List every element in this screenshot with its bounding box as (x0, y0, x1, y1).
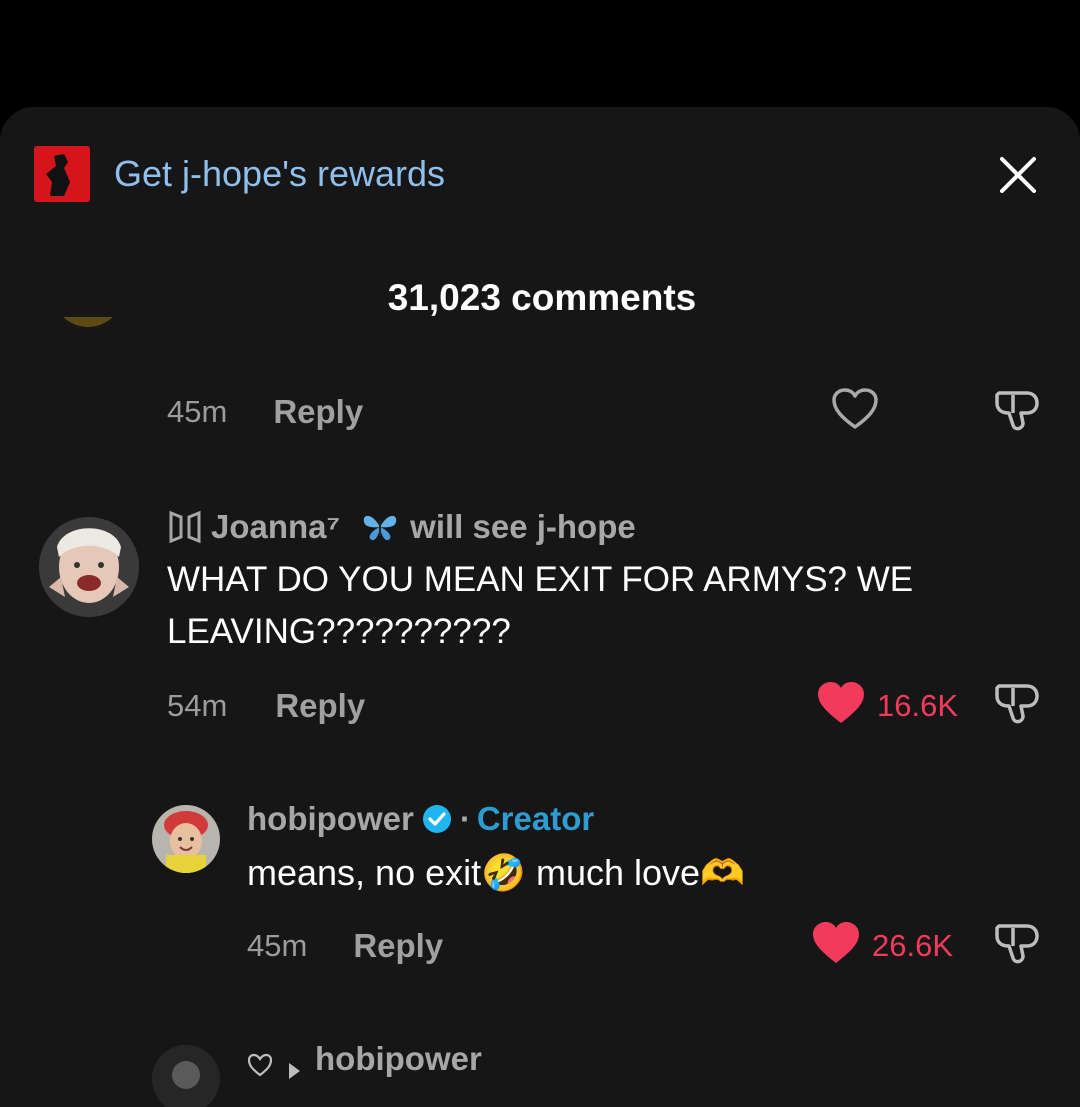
play-triangle-icon (287, 1050, 301, 1079)
avatar[interactable] (152, 805, 220, 873)
avatar[interactable] (39, 517, 139, 617)
comments-sheet: Get j-hope's rewards 31,023 comments 45m… (0, 107, 1080, 1107)
like-button[interactable]: 26.6K (812, 921, 953, 970)
like-button[interactable]: 16.6K (817, 681, 958, 730)
dislike-icon[interactable] (993, 920, 1043, 975)
creator-badge: Creator (476, 800, 595, 837)
avatar[interactable] (152, 1045, 220, 1107)
reply-button[interactable]: Reply (353, 927, 443, 965)
heart-filled-icon (817, 681, 865, 730)
butterfly-icon (360, 512, 400, 542)
dislike-icon[interactable] (993, 680, 1043, 735)
like-count: 16.6K (877, 687, 959, 723)
bts-logo-icon (167, 509, 203, 545)
reply-username[interactable]: hobipower · Creator (247, 800, 594, 838)
rewards-banner-text: Get j-hope's rewards (114, 153, 446, 194)
close-icon[interactable] (996, 153, 1040, 197)
heart-outline-icon[interactable] (831, 387, 879, 436)
like-count: 26.6K (872, 927, 954, 963)
comment-meta: 45m Reply (167, 393, 363, 431)
reply-button[interactable]: Reply (275, 687, 365, 725)
small-heart-icon (247, 1047, 273, 1077)
dislike-icon[interactable] (993, 387, 1043, 442)
comment-text: WHAT DO YOU MEAN EXIT FOR ARMYS? WE LEAV… (167, 560, 914, 651)
reply-username[interactable]: hobipower (247, 1040, 482, 1079)
verified-badge-icon (422, 804, 452, 834)
reply-time: 45m (247, 928, 308, 963)
comment-time: 45m (167, 394, 228, 429)
reply-button[interactable]: Reply (273, 393, 363, 431)
comment-meta: 54m Reply (167, 687, 365, 725)
artist-thumbnail-icon (34, 146, 90, 202)
rewards-banner[interactable]: Get j-hope's rewards (34, 146, 445, 202)
heart-filled-icon (812, 921, 860, 970)
comment-username[interactable]: Joanna⁷ will see j-hope (167, 508, 636, 546)
comment-time: 54m (167, 688, 228, 723)
reply-meta: 45m Reply (247, 927, 443, 965)
comments-count-title: 31,023 comments (387, 277, 697, 318)
avatar[interactable] (52, 317, 124, 377)
reply-text: means, no exit🤣 much love🫶 (247, 852, 745, 893)
